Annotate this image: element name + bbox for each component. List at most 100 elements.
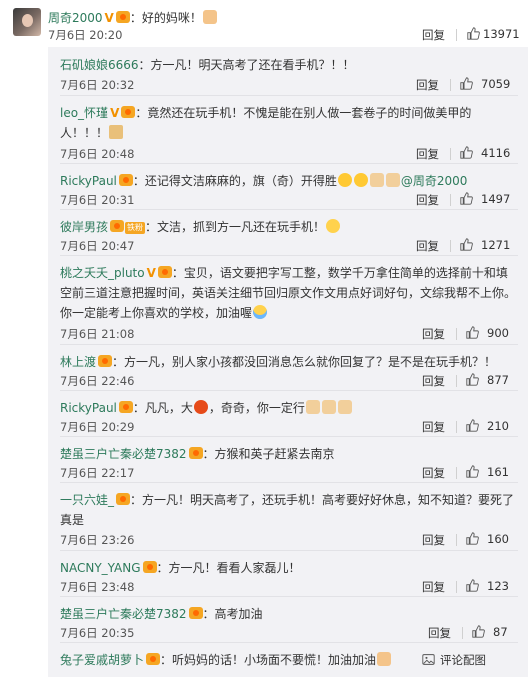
- reply-text: ：高考加油: [202, 607, 263, 621]
- verified-v-icon: V: [146, 266, 156, 280]
- date-text: 7月6日: [48, 28, 86, 42]
- reply-button[interactable]: 回复: [422, 465, 445, 481]
- muscle-emoji-icon: [202, 10, 217, 24]
- comment-image-link[interactable]: 评论配图: [440, 652, 486, 668]
- date-text: 7月6日: [60, 327, 98, 341]
- victory-hand-emoji-icon: [369, 173, 384, 187]
- victory-hand-emoji-icon: [385, 173, 400, 187]
- victory-hand-emoji-icon: [305, 400, 320, 414]
- reply-button[interactable]: 回复: [422, 579, 445, 595]
- date-text: 7月6日: [60, 78, 98, 92]
- reply-timestamp: 7月6日 22:46: [60, 373, 134, 389]
- reply-button[interactable]: 回复: [422, 532, 445, 548]
- username-link[interactable]: 石矶娘娘6666: [60, 58, 139, 72]
- reply-text: ：方一凡！看看人家磊儿！: [156, 561, 301, 575]
- reply-text: ：方猴和英子赶紧去南京: [202, 447, 335, 461]
- cat-emoji-icon: [109, 125, 124, 139]
- member-badge-icon: [188, 447, 203, 459]
- username-link[interactable]: 彼岸男孩: [60, 220, 108, 234]
- thumbs-up-icon[interactable]: [466, 326, 479, 339]
- username-link[interactable]: 周奇2000: [48, 11, 103, 25]
- reply-timestamp: 7月6日 20:32: [60, 77, 134, 93]
- username-link[interactable]: 林上渡: [60, 355, 96, 369]
- divider: [456, 534, 457, 546]
- like-count: 161: [487, 465, 509, 479]
- thumbs-up-icon[interactable]: [466, 465, 479, 478]
- thumbs-up-icon[interactable]: [466, 373, 479, 386]
- username-link[interactable]: RickyPaul: [60, 401, 117, 415]
- member-badge-icon: [157, 266, 172, 278]
- reply-timestamp: 7月6日 20:31: [60, 192, 134, 208]
- time-text: 20:32: [101, 78, 135, 92]
- username-link[interactable]: 楚虽三户亡秦必楚7382: [60, 607, 187, 621]
- reply-button[interactable]: 回复: [416, 146, 439, 162]
- reply-button[interactable]: 回复: [422, 326, 445, 342]
- divider: [450, 240, 451, 252]
- divider: [456, 29, 457, 41]
- reply-button[interactable]: 回复: [428, 625, 451, 641]
- reply-text: ：方一凡！明天高考了还在看手机？！！: [138, 58, 355, 72]
- like-count: 210: [487, 419, 509, 433]
- reply-item: 一只六娃_ ：方一凡！明天高考了，还玩手机！高考要好好休息，知不知道？要死了真是 …: [48, 482, 528, 550]
- time-text: 22:17: [101, 466, 135, 480]
- date-text: 7月6日: [60, 466, 98, 480]
- reply-timestamp: 7月6日 20:48: [60, 146, 134, 162]
- time-text: 20:20: [89, 28, 123, 42]
- reply-item: leo_怀瑾 V ：竟然还在玩手机！不愧是能在别人做一套卷子的时间做美甲的人！！！ …: [48, 95, 528, 163]
- reply-button[interactable]: 回复: [416, 192, 439, 208]
- reply-text: ：方一凡，别人家小孩都没回消息怎么就你回复了？是不是在玩手机？！: [112, 355, 497, 369]
- username-link[interactable]: 楚虽三户亡秦必楚7382: [60, 447, 187, 461]
- thumbs-up-icon[interactable]: [460, 77, 473, 90]
- date-text: 7月6日: [60, 239, 98, 253]
- divider: [456, 421, 457, 433]
- date-text: 7月6日: [60, 374, 98, 388]
- avatar[interactable]: [13, 8, 41, 36]
- thumbs-up-icon[interactable]: [460, 192, 473, 205]
- time-text: 20:29: [101, 420, 135, 434]
- crying-emoji-icon: [253, 305, 268, 319]
- top-comment-line: 周奇2000 V ：好的妈咪！: [48, 9, 218, 26]
- time-text: 20:48: [101, 147, 135, 161]
- reply-text: ：听妈妈的话！小场面不要慌！加油加油: [160, 653, 377, 667]
- divider: [456, 467, 457, 479]
- reply-timestamp: 7月6日 23:26: [60, 532, 134, 548]
- divider: [456, 581, 457, 593]
- reply-item: RickyPaul ：还记得文洁麻麻的，旗（奇）开得胜 @周奇2000 7月6日 2…: [48, 163, 528, 209]
- like-count: 4116: [481, 146, 511, 160]
- thumbs-up-icon[interactable]: [466, 532, 479, 545]
- like-count: 1497: [481, 192, 511, 206]
- member-badge-icon: [188, 607, 203, 619]
- reply-item: 彼岸男孩 铁粉 ：文洁，抓到方一凡还在玩手机！ 7月6日 20:47 回复 1271: [48, 209, 528, 255]
- sweat-emoji-icon: [326, 219, 341, 233]
- image-icon[interactable]: [422, 653, 435, 666]
- reply-timestamp: 7月6日 20:47: [60, 238, 134, 254]
- mention-link[interactable]: @周奇2000: [401, 174, 468, 188]
- thumbs-up-icon[interactable]: [472, 625, 485, 638]
- reply-button[interactable]: 回复: [422, 27, 445, 43]
- thumbs-up-icon[interactable]: [466, 579, 479, 592]
- thumbs-up-icon[interactable]: [467, 27, 480, 40]
- reply-button[interactable]: 回复: [422, 373, 445, 389]
- divider: [450, 148, 451, 160]
- like-count: 7059: [481, 77, 511, 91]
- username-link[interactable]: 桃之夭夭_pluto: [60, 266, 145, 280]
- like-count: 1271: [481, 238, 511, 252]
- username-link[interactable]: RickyPaul: [60, 174, 117, 188]
- thumbs-up-icon[interactable]: [460, 146, 473, 159]
- member-badge-icon: [142, 561, 157, 573]
- comment-timestamp: 7月6日 20:20: [48, 27, 122, 43]
- reply-button[interactable]: 回复: [416, 238, 439, 254]
- username-link[interactable]: 兔子爱戚胡萝卜: [60, 653, 144, 667]
- thumbs-up-icon[interactable]: [460, 238, 473, 251]
- reply-timestamp: 7月6日 22:17: [60, 465, 134, 481]
- thumbs-up-icon[interactable]: [466, 419, 479, 432]
- username-link[interactable]: NACNY_YANG: [60, 561, 141, 575]
- username-link[interactable]: leo_怀瑾: [60, 106, 108, 120]
- divider: [462, 627, 463, 639]
- reply-item: 石矶娘娘6666：方一凡！明天高考了还在看手机？！！ 7月6日 20:32 回复…: [48, 47, 528, 93]
- reply-button[interactable]: 回复: [422, 419, 445, 435]
- username-link[interactable]: 一只六娃_: [60, 493, 114, 507]
- reply-button[interactable]: 回复: [416, 77, 439, 93]
- member-badge-icon: [115, 11, 130, 23]
- date-text: 7月6日: [60, 420, 98, 434]
